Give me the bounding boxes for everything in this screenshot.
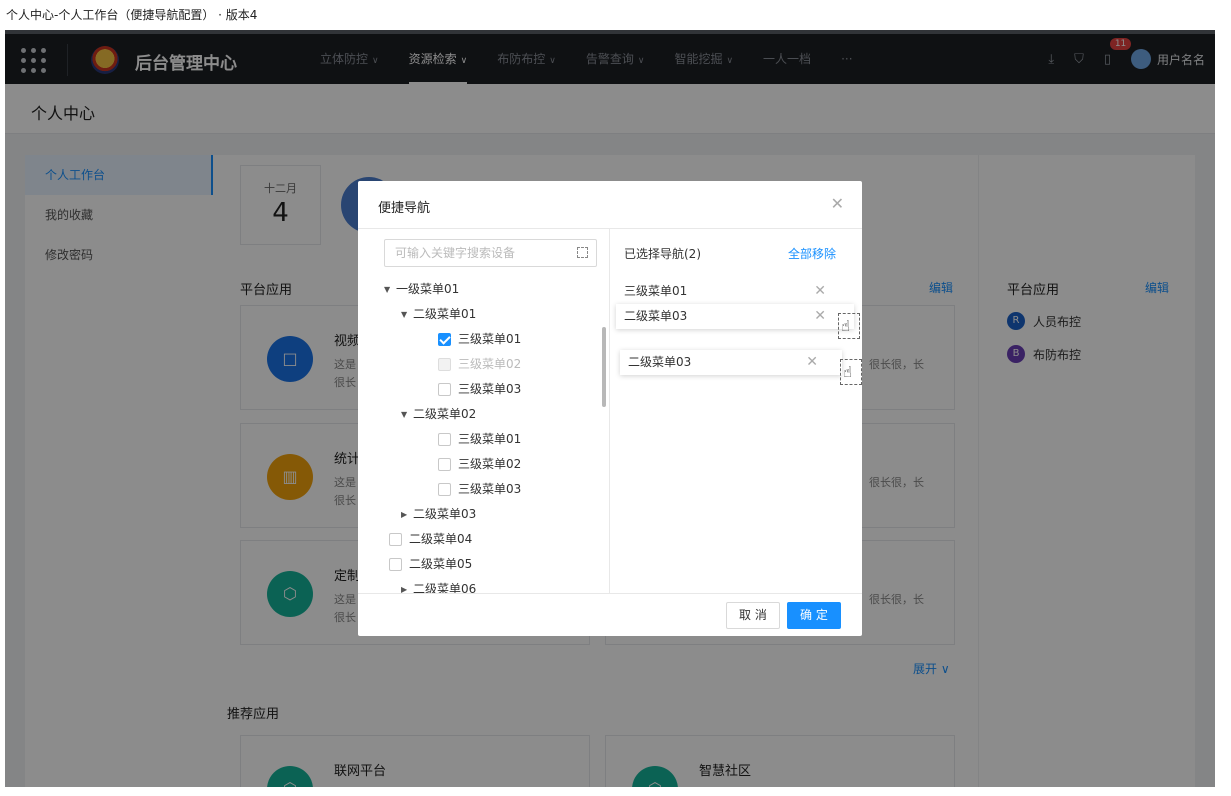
selected-panel: 已选择导航(2) 全部移除 三级菜单01 ✕ 二级菜单03 ✕ 二级菜单03 ✕ ☝ ☝ [610, 229, 862, 593]
quick-nav-modal: 便捷导航 ✕ ▼一级菜单01▼二级菜单01三级菜单01三级菜单02三级菜单03▼… [358, 181, 862, 636]
selected-nav-item[interactable]: 二级菜单03 ✕ [620, 350, 842, 375]
close-icon[interactable]: ✕ [831, 194, 844, 213]
selected-count: 已选择导航(2) [624, 247, 701, 261]
tree-node-label: 三级菜单01 [458, 332, 522, 346]
tree-checkbox[interactable] [438, 383, 451, 396]
expand-arrow-icon[interactable]: ▶ [401, 577, 413, 593]
tree-node-label: 三级菜单03 [458, 382, 522, 396]
tree-node[interactable]: ▶ 二级菜单06 [401, 577, 476, 593]
search-input[interactable] [385, 240, 565, 266]
modal-title: 便捷导航 [378, 201, 431, 216]
selected-nav-item[interactable]: 二级菜单03 ✕ [616, 304, 854, 329]
tree-node-label: 二级菜单05 [409, 557, 473, 571]
page-caption: 个人中心-个人工作台（便捷导航配置） · 版本4 [6, 8, 258, 22]
tree-node[interactable]: 三级菜单02 [438, 452, 521, 477]
tree-node-label: 二级菜单01 [413, 307, 477, 321]
selected-nav-item[interactable]: 三级菜单01 ✕ [616, 279, 854, 304]
tree-checkbox[interactable] [438, 333, 451, 346]
search-box [384, 239, 597, 267]
remove-icon[interactable]: ✕ [806, 350, 818, 375]
remove-icon[interactable]: ✕ [814, 279, 826, 304]
tree-node[interactable]: ▼ 一级菜单01 [384, 277, 459, 302]
hand-cursor-icon: ☝ [841, 317, 851, 335]
tree-scrollbar[interactable] [602, 327, 606, 407]
tree-node[interactable]: 二级菜单05 [389, 552, 472, 577]
tree-checkbox[interactable] [438, 433, 451, 446]
menu-tree-panel: ▼一级菜单01▼二级菜单01三级菜单01三级菜单02三级菜单03▼二级菜单02三… [358, 229, 610, 593]
tree-node-label: 三级菜单03 [458, 482, 522, 496]
confirm-button[interactable]: 确 定 [787, 602, 841, 629]
tree-node-label: 三级菜单02 [458, 457, 522, 471]
tree-node[interactable]: 二级菜单04 [389, 527, 472, 552]
tree-node-label: 二级菜单04 [409, 532, 473, 546]
tree-node[interactable]: ▼ 二级菜单02 [401, 402, 476, 427]
tree-node-label: 二级菜单06 [413, 582, 477, 593]
cancel-button[interactable]: 取 消 [726, 602, 780, 629]
tree-checkbox[interactable] [438, 458, 451, 471]
selected-nav-label: 二级菜单03 [628, 355, 692, 369]
remove-all-link[interactable]: 全部移除 [788, 245, 836, 262]
selected-nav-label: 三级菜单01 [624, 284, 688, 298]
modal-header: 便捷导航 ✕ [358, 181, 862, 229]
tree-checkbox[interactable] [389, 558, 402, 571]
expand-arrow-icon[interactable]: ▼ [384, 277, 396, 302]
tree-checkbox[interactable] [389, 533, 402, 546]
expand-arrow-icon[interactable]: ▶ [401, 502, 413, 527]
tree-node[interactable]: 三级菜单03 [438, 377, 521, 402]
tree-checkbox[interactable] [438, 358, 451, 371]
tree-node-label: 二级菜单03 [413, 507, 477, 521]
selected-nav-label: 二级菜单03 [624, 309, 688, 323]
tree-node-label: 三级菜单01 [458, 432, 522, 446]
tree-node-label: 一级菜单01 [396, 282, 460, 296]
tree-node[interactable]: 三级菜单03 [438, 477, 521, 502]
remove-icon[interactable]: ✕ [814, 304, 826, 329]
scan-icon[interactable] [577, 247, 588, 258]
tree-node[interactable]: 三级菜单01 [438, 427, 521, 452]
tree-checkbox[interactable] [438, 483, 451, 496]
tree-node[interactable]: ▶ 二级菜单03 [401, 502, 476, 527]
expand-arrow-icon[interactable]: ▼ [401, 402, 413, 427]
hand-cursor-icon: ☝ [843, 363, 853, 381]
tree-node[interactable]: 三级菜单02 [438, 352, 521, 377]
expand-arrow-icon[interactable]: ▼ [401, 302, 413, 327]
tree-node-label: 三级菜单02 [458, 357, 522, 371]
tree-node[interactable]: ▼ 二级菜单01 [401, 302, 476, 327]
tree-node[interactable]: 三级菜单01 [438, 327, 521, 352]
modal-footer: 取 消 确 定 [358, 593, 862, 636]
tree-node-label: 二级菜单02 [413, 407, 477, 421]
